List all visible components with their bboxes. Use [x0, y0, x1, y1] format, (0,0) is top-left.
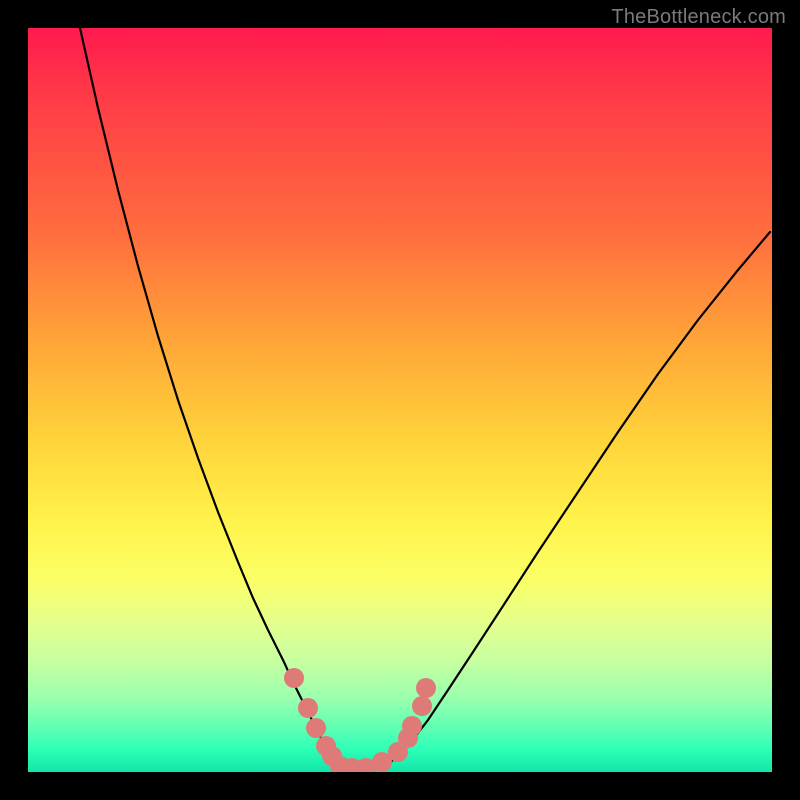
highlight-dot: [284, 668, 304, 688]
highlight-dot: [416, 678, 436, 698]
highlight-dots: [284, 668, 436, 772]
chart-frame: TheBottleneck.com: [0, 0, 800, 800]
bottleneck-curve: [80, 28, 770, 770]
watermark-text: TheBottleneck.com: [611, 6, 786, 29]
plot-overlay: [28, 28, 772, 772]
highlight-dot: [412, 696, 432, 716]
highlight-dot: [298, 698, 318, 718]
highlight-dot: [306, 718, 326, 738]
highlight-dot: [402, 716, 422, 736]
